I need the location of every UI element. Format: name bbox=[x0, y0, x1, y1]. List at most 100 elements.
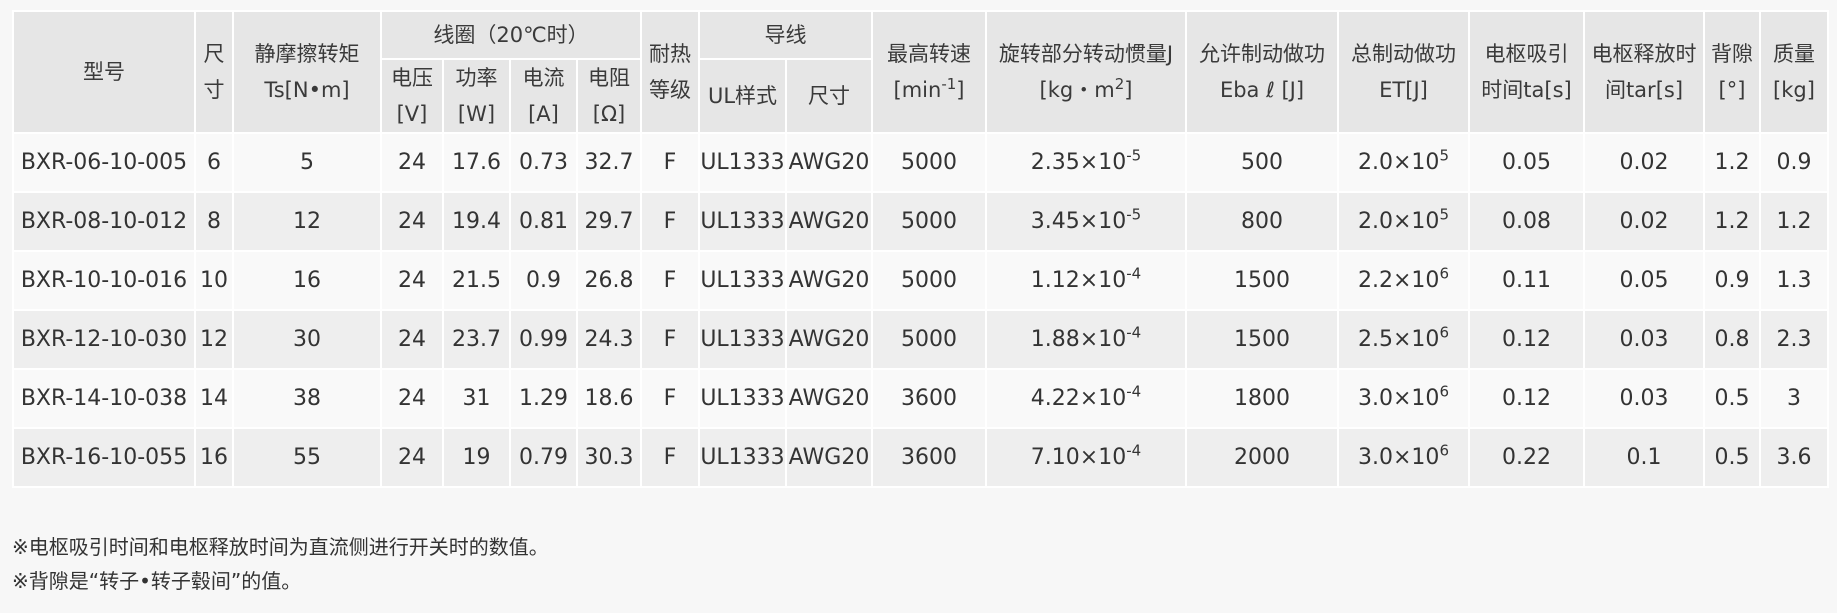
cell-mass: 2.3 bbox=[1759, 309, 1829, 370]
cell-mass: 1.3 bbox=[1759, 250, 1829, 311]
cell-total-work-base: 3.0×10 bbox=[1358, 445, 1440, 470]
header-inertia: 旋转部分转动惯量J [kg・m2] bbox=[985, 10, 1187, 134]
header-coil: 线圈（20℃时） bbox=[380, 10, 642, 60]
cell-attract-time: 0.12 bbox=[1468, 309, 1585, 370]
header-power-unit: [W] bbox=[457, 102, 496, 126]
cell-mass: 3 bbox=[1759, 368, 1829, 429]
header-model: 型号 bbox=[12, 10, 196, 134]
cell-wire-size: AWG20 bbox=[785, 250, 873, 311]
header-inertia-unit: [kg・m bbox=[1039, 78, 1115, 102]
cell-inertia-exponent: -4 bbox=[1126, 323, 1142, 342]
cell-inertia-base: 7.10×10 bbox=[1030, 445, 1127, 470]
header-voltage: 电压 [V] bbox=[380, 58, 444, 134]
cell-heat-class: F bbox=[640, 368, 700, 429]
cell-model: BXR-10-10-016 bbox=[12, 250, 196, 311]
cell-current: 0.73 bbox=[509, 132, 578, 193]
header-release-time-l2: 间tar[s] bbox=[1604, 78, 1684, 102]
header-power-title: 功率 bbox=[455, 66, 498, 90]
cell-heat-class: F bbox=[640, 427, 700, 488]
table-row: BXR-12-10-030 12 30 24 23.7 0.99 24.3 F UL1333 AW… bbox=[12, 309, 1829, 370]
cell-total-work-base: 2.2×10 bbox=[1358, 268, 1440, 293]
cell-model: BXR-16-10-055 bbox=[12, 427, 196, 488]
cell-wire-size: AWG20 bbox=[785, 309, 873, 370]
header-mass-title: 质量 bbox=[1773, 42, 1815, 66]
cell-inertia: 1.88×10-4 bbox=[985, 309, 1187, 370]
cell-wire-size: AWG20 bbox=[785, 368, 873, 429]
header-max-speed-unit-end: ] bbox=[956, 78, 965, 102]
cell-power: 31 bbox=[442, 368, 511, 429]
header-allow-work-title: 允许制动做功 bbox=[1199, 42, 1325, 66]
cell-total-work-exponent: 6 bbox=[1439, 441, 1449, 460]
header-release-time: 电枢释放时 间tar[s] bbox=[1583, 10, 1705, 134]
cell-current: 1.29 bbox=[509, 368, 578, 429]
cell-attract-time: 0.11 bbox=[1468, 250, 1585, 311]
cell-max-speed: 5000 bbox=[871, 309, 987, 370]
cell-ul-style: UL1333 bbox=[698, 191, 787, 252]
cell-max-speed: 3600 bbox=[871, 427, 987, 488]
cell-release-time: 0.03 bbox=[1583, 368, 1705, 429]
header-resistance-title: 电阻 bbox=[588, 66, 630, 90]
cell-total-work-base: 2.5×10 bbox=[1358, 327, 1440, 352]
header-inertia-exp: 2 bbox=[1114, 75, 1125, 93]
table-row: BXR-14-10-038 14 38 24 31 1.29 18.6 F UL1333 AWG2… bbox=[12, 368, 1829, 429]
header-torque: 静摩擦转矩 Ts[N•m] bbox=[232, 10, 382, 134]
cell-max-speed: 5000 bbox=[871, 191, 987, 252]
cell-wire-size: AWG20 bbox=[785, 132, 873, 193]
cell-total-work-exponent: 6 bbox=[1439, 323, 1449, 342]
cell-release-time: 0.1 bbox=[1583, 427, 1705, 488]
cell-power: 21.5 bbox=[442, 250, 511, 311]
header-max-speed-title: 最高转速 bbox=[887, 42, 971, 66]
page: 型号 尺寸 静摩擦转矩 Ts[N•m] 线圈（20℃时） 耐热等级 导线 最高转… bbox=[0, 0, 1837, 613]
cell-torque: 16 bbox=[232, 250, 382, 311]
header-backlash-title: 背隙 bbox=[1711, 42, 1753, 66]
cell-allow-work: 1800 bbox=[1185, 368, 1339, 429]
footnote-backlash: ※背隙是“转子•转子毂间”的值。 bbox=[12, 569, 302, 593]
header-backlash: 背隙 [°] bbox=[1703, 10, 1761, 134]
header-inertia-title: 旋转部分转动惯量J bbox=[998, 42, 1174, 66]
header-current-title: 电流 bbox=[522, 66, 565, 90]
cell-wire-size: AWG20 bbox=[785, 191, 873, 252]
cell-total-work-base: 2.0×10 bbox=[1358, 150, 1440, 175]
header-voltage-unit: [V] bbox=[396, 102, 428, 126]
cell-current: 0.99 bbox=[509, 309, 578, 370]
cell-total-work: 3.0×106 bbox=[1337, 368, 1470, 429]
header-wire-size: 尺寸 bbox=[785, 58, 873, 134]
header-mass: 质量 [kg] bbox=[1759, 10, 1829, 134]
cell-ul-style: UL1333 bbox=[698, 132, 787, 193]
header-total-work: 总制动做功 ET[J] bbox=[1337, 10, 1470, 134]
cell-size: 6 bbox=[194, 132, 234, 193]
cell-allow-work: 500 bbox=[1185, 132, 1339, 193]
header-inertia-unit-end: ] bbox=[1124, 78, 1133, 102]
cell-size: 14 bbox=[194, 368, 234, 429]
cell-size: 8 bbox=[194, 191, 234, 252]
header-attract-time: 电枢吸引 时间ta[s] bbox=[1468, 10, 1585, 134]
cell-total-work: 2.2×106 bbox=[1337, 250, 1470, 311]
cell-backlash: 1.2 bbox=[1703, 132, 1761, 193]
cell-power: 23.7 bbox=[442, 309, 511, 370]
cell-backlash: 0.8 bbox=[1703, 309, 1761, 370]
table-row: BXR-08-10-012 8 12 24 19.4 0.81 29.7 F UL1333 AWG… bbox=[12, 191, 1829, 252]
cell-voltage: 24 bbox=[380, 191, 444, 252]
cell-release-time: 0.05 bbox=[1583, 250, 1705, 311]
cell-inertia: 1.12×10-4 bbox=[985, 250, 1187, 311]
cell-inertia-base: 1.88×10 bbox=[1030, 327, 1127, 352]
cell-resistance: 29.7 bbox=[576, 191, 642, 252]
cell-total-work-base: 3.0×10 bbox=[1358, 386, 1440, 411]
cell-voltage: 24 bbox=[380, 132, 444, 193]
cell-inertia-base: 1.12×10 bbox=[1030, 268, 1127, 293]
cell-attract-time: 0.05 bbox=[1468, 132, 1585, 193]
header-voltage-title: 电压 bbox=[391, 66, 433, 90]
cell-inertia: 2.35×10-5 bbox=[985, 132, 1187, 193]
cell-total-work-base: 2.0×10 bbox=[1358, 209, 1440, 234]
cell-inertia-exponent: -4 bbox=[1126, 441, 1142, 460]
cell-max-speed: 5000 bbox=[871, 250, 987, 311]
cell-release-time: 0.02 bbox=[1583, 191, 1705, 252]
header-resistance: 电阻 [Ω] bbox=[576, 58, 642, 134]
cell-resistance: 30.3 bbox=[576, 427, 642, 488]
cell-inertia: 4.22×10-4 bbox=[985, 368, 1187, 429]
cell-inertia-exponent: -5 bbox=[1126, 205, 1142, 224]
table-row: BXR-16-10-055 16 55 24 19 0.79 30.3 F UL1333 AWG2… bbox=[12, 427, 1829, 488]
cell-torque: 5 bbox=[232, 132, 382, 193]
cell-torque: 55 bbox=[232, 427, 382, 488]
cell-total-work: 2.5×106 bbox=[1337, 309, 1470, 370]
